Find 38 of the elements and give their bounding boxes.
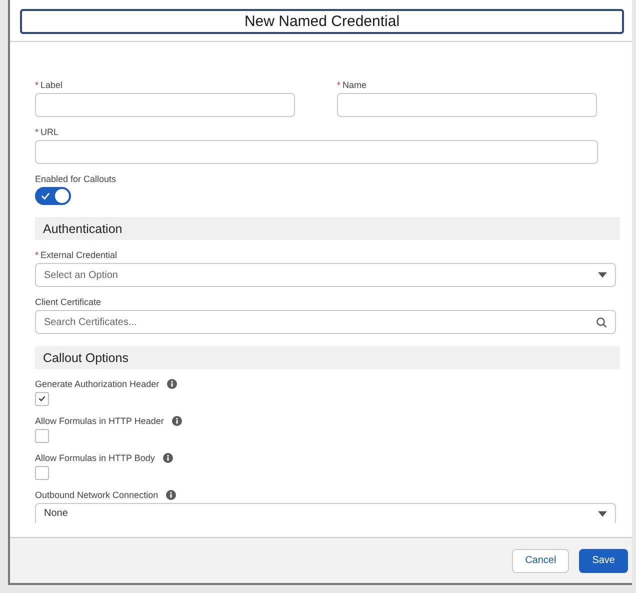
caret-icon: [598, 272, 607, 278]
search-icon: [596, 316, 607, 328]
field-label: Outbound Network Connection: [35, 490, 158, 500]
cancel-button[interactable]: Cancel: [512, 548, 570, 572]
text-input[interactable]: [337, 93, 597, 117]
info-icon[interactable]: [162, 453, 173, 463]
field-label: Allow Formulas in HTTP Header: [35, 416, 164, 426]
check-icon: [38, 395, 46, 402]
search-field[interactable]: Search Certificates...: [35, 310, 616, 334]
field-label: External Credential: [40, 250, 118, 260]
field-label: URL: [40, 127, 59, 137]
select-dropdown[interactable]: None: [35, 503, 616, 523]
check-icon: [41, 192, 50, 200]
checkbox[interactable]: [35, 429, 49, 443]
field-label: Generate Authorization Header: [35, 379, 160, 389]
text-input[interactable]: [35, 93, 295, 117]
field-label: Client Certificate: [35, 297, 102, 307]
field-label: Enabled for Callouts: [35, 174, 116, 184]
checkbox[interactable]: [35, 392, 49, 406]
toggle-switch[interactable]: [35, 187, 71, 205]
required-mark: *: [337, 80, 341, 90]
field-label: Allow Formulas in HTTP Body: [35, 453, 155, 463]
field-label: Name: [342, 80, 367, 90]
field-label: Label: [40, 80, 63, 90]
info-icon[interactable]: [167, 379, 178, 389]
save-button[interactable]: Save: [579, 548, 628, 572]
select-dropdown[interactable]: Select an Option: [35, 263, 616, 287]
required-mark: *: [35, 250, 39, 260]
checkbox[interactable]: [35, 466, 49, 480]
caret-icon: [598, 510, 607, 516]
info-icon[interactable]: [166, 490, 176, 500]
required-mark: *: [35, 127, 39, 137]
section-header: Callout Options: [35, 346, 620, 369]
required-mark: *: [35, 80, 39, 90]
info-icon[interactable]: [172, 416, 182, 426]
modal-title: New Named Credential: [20, 9, 624, 34]
text-input[interactable]: [35, 140, 598, 164]
section-header: Authentication: [35, 217, 620, 240]
